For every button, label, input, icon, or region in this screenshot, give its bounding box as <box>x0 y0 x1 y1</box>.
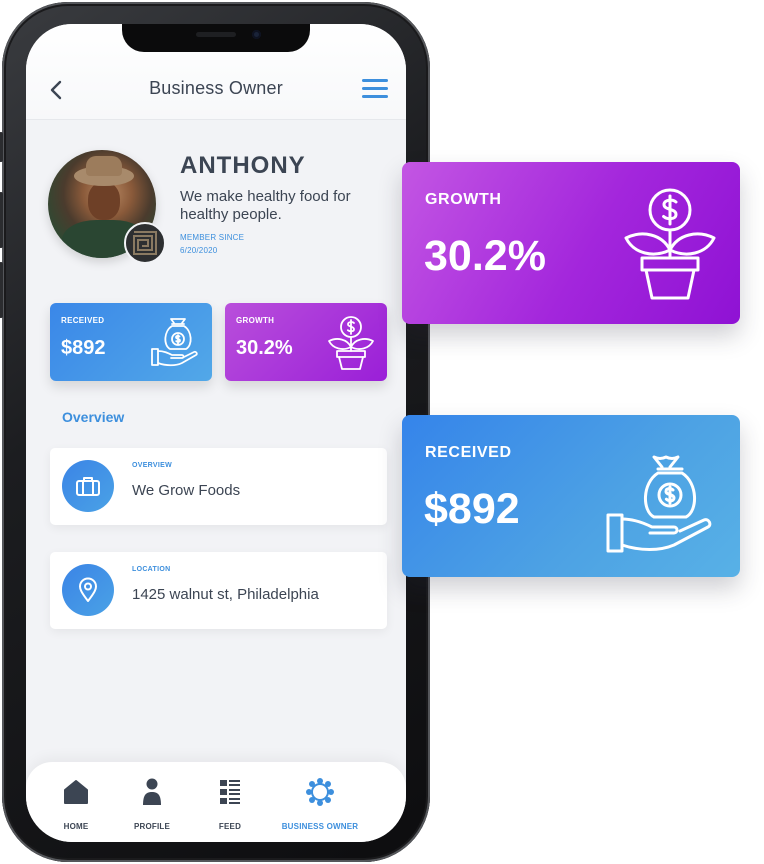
menu-line <box>362 95 388 98</box>
nav-home[interactable]: HOME <box>46 762 106 842</box>
received-stat-card[interactable]: RECEIVED $892 <box>50 303 212 381</box>
nav-business-owner-label: BUSINESS OWNER <box>281 822 359 831</box>
growth-value: 30.2% <box>236 337 293 359</box>
received-feature-card: RECEIVED $892 <box>402 415 740 577</box>
money-plant-icon <box>624 188 716 300</box>
maze-logo-icon <box>133 231 157 255</box>
user-icon <box>143 778 161 805</box>
volume-down-button <box>0 262 3 318</box>
growth-feature-value: 30.2% <box>424 232 546 280</box>
received-value: $892 <box>61 337 106 359</box>
overview-text: We Grow Foods <box>132 482 241 499</box>
location-caption: LOCATION <box>132 566 171 573</box>
overview-section-title: Overview <box>62 409 125 425</box>
overview-icon-circle <box>62 460 114 512</box>
avatar-hat-crown <box>86 156 122 176</box>
volume-up-button <box>0 192 3 248</box>
nav-feed-label: FEED <box>218 822 242 831</box>
feed-list-icon <box>220 780 240 804</box>
location-icon-circle <box>62 564 114 616</box>
phone-frame: Business Owner ANTHONY We make healthy f… <box>0 2 433 862</box>
speaker <box>196 32 236 37</box>
money-bag-hand-icon <box>606 455 712 553</box>
member-since: MEMBER SINCE 6/20/2020 <box>180 231 244 257</box>
location-text: 1425 walnut st, Philadelphia <box>132 586 319 603</box>
member-since-date: 6/20/2020 <box>180 246 218 255</box>
money-bag-hand-icon <box>151 318 198 367</box>
bottom-navigation: HOME PROFILE FEED BUSINESS OWNER <box>26 762 406 842</box>
nav-profile[interactable]: PROFILE <box>122 762 182 842</box>
briefcase-icon <box>76 477 100 496</box>
mute-switch <box>0 132 3 162</box>
map-pin-icon <box>79 577 97 602</box>
member-since-label: MEMBER SINCE <box>180 233 245 242</box>
front-camera <box>252 30 261 39</box>
page-title: Business Owner <box>149 78 283 98</box>
growth-stat-card[interactable]: GROWTH 30.2% <box>225 303 387 381</box>
growth-feature-label: GROWTH <box>425 191 502 208</box>
growth-label: GROWTH <box>236 316 275 325</box>
overview-card[interactable]: OVERVIEW We Grow Foods <box>50 448 387 525</box>
hamburger-menu-button[interactable] <box>362 79 388 99</box>
profile-bio: We make healthy food for healthy people. <box>180 188 351 223</box>
location-card[interactable]: LOCATION 1425 walnut st, Philadelphia <box>50 552 387 629</box>
business-logo-badge <box>124 222 166 264</box>
growth-feature-card: GROWTH 30.2% <box>402 162 740 324</box>
notch <box>122 24 310 52</box>
received-feature-label: RECEIVED <box>425 444 512 461</box>
money-plant-icon <box>328 316 374 370</box>
received-feature-value: $892 <box>424 485 520 533</box>
menu-line <box>362 87 388 90</box>
received-label: RECEIVED <box>61 316 105 325</box>
nav-business-owner[interactable]: BUSINESS OWNER <box>266 762 374 842</box>
avatar-face <box>88 182 120 220</box>
phone-screen: Business Owner ANTHONY We make healthy f… <box>26 24 406 842</box>
profile-name: ANTHONY <box>180 152 306 179</box>
menu-line <box>362 79 388 82</box>
network-icon <box>306 778 334 806</box>
nav-profile-label: PROFILE <box>133 822 171 831</box>
nav-home-label: HOME <box>63 822 89 831</box>
nav-feed[interactable]: FEED <box>200 762 260 842</box>
overview-caption: OVERVIEW <box>132 462 173 469</box>
home-icon <box>64 780 88 804</box>
